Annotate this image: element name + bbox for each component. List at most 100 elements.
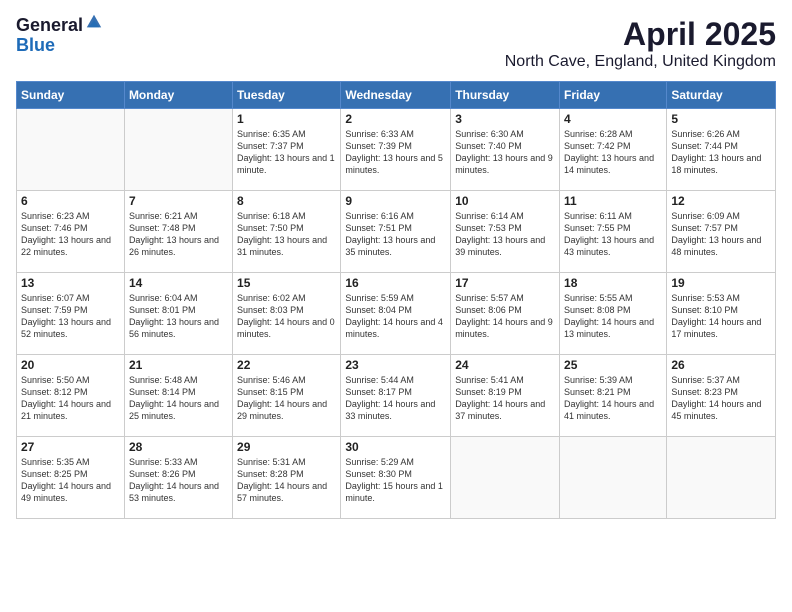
calendar-cell: 20Sunrise: 5:50 AM Sunset: 8:12 PM Dayli… — [17, 355, 125, 437]
day-number: 24 — [455, 358, 555, 372]
day-info: Sunrise: 6:11 AM Sunset: 7:55 PM Dayligh… — [564, 210, 662, 259]
calendar-cell: 11 Sunrise: 6:11 AM Sunset: 7:55 PM Dayli… — [560, 191, 667, 273]
calendar-cell: 12Sunrise: 6:09 AM Sunset: 7:57 PM Dayli… — [667, 191, 776, 273]
header: General Blue April 2025 North Cave, Engl… — [16, 16, 776, 71]
day-number: 7 — [129, 194, 228, 208]
day-number: 9 — [345, 194, 446, 208]
day-number: 10 — [455, 194, 555, 208]
day-number: 22 — [237, 358, 336, 372]
day-number: 26 — [671, 358, 771, 372]
calendar-cell: 30 Sunrise: 5:29 AM Sunset: 8:30 PM Dayli… — [341, 437, 451, 519]
calendar-cell: 18 Sunrise: 5:55 AM Sunset: 8:08 PM Dayli… — [560, 273, 667, 355]
day-info: Sunrise: 5:37 AM Sunset: 8:23 PM Dayligh… — [671, 374, 771, 423]
calendar-cell — [17, 109, 125, 191]
week-row-3: 13 Sunrise: 6:07 AM Sunset: 7:59 PM Dayli… — [17, 273, 776, 355]
day-info: Sunrise: 5:48 AM Sunset: 8:14 PM Dayligh… — [129, 374, 228, 423]
day-info: Sunrise: 5:53 AM Sunset: 8:10 PM Dayligh… — [671, 292, 771, 341]
calendar-cell: 13 Sunrise: 6:07 AM Sunset: 7:59 PM Dayli… — [17, 273, 125, 355]
calendar-cell: 8 Sunrise: 6:18 AM Sunset: 7:50 PM Daylig… — [233, 191, 341, 273]
day-info: Sunrise: 5:57 AM Sunset: 8:06 PM Dayligh… — [455, 292, 555, 341]
day-number: 28 — [129, 440, 228, 454]
column-header-monday: Monday — [124, 82, 232, 109]
calendar-table: SundayMondayTuesdayWednesdayThursdayFrid… — [16, 81, 776, 519]
calendar-cell: 23 Sunrise: 5:44 AM Sunset: 8:17 PM Dayli… — [341, 355, 451, 437]
logo-icon — [85, 13, 103, 31]
day-info: Sunrise: 5:31 AM Sunset: 8:28 PM Dayligh… — [237, 456, 336, 505]
day-info: Sunrise: 5:41 AM Sunset: 8:19 PM Dayligh… — [455, 374, 555, 423]
day-number: 25 — [564, 358, 662, 372]
page: General Blue April 2025 North Cave, Engl… — [0, 0, 792, 612]
calendar-cell: 17 Sunrise: 5:57 AM Sunset: 8:06 PM Dayli… — [451, 273, 560, 355]
calendar-cell: 10 Sunrise: 6:14 AM Sunset: 7:53 PM Dayli… — [451, 191, 560, 273]
day-number: 3 — [455, 112, 555, 126]
day-number: 13 — [21, 276, 120, 290]
column-header-wednesday: Wednesday — [341, 82, 451, 109]
calendar-cell — [560, 437, 667, 519]
logo: General Blue — [16, 16, 103, 56]
day-info: Sunrise: 6:04 AM Sunset: 8:01 PM Dayligh… — [129, 292, 228, 341]
calendar-title: April 2025 — [505, 16, 776, 53]
calendar-cell: 28Sunrise: 5:33 AM Sunset: 8:26 PM Dayli… — [124, 437, 232, 519]
calendar-cell: 2Sunrise: 6:33 AM Sunset: 7:39 PM Daylig… — [341, 109, 451, 191]
day-number: 19 — [671, 276, 771, 290]
day-number: 4 — [564, 112, 662, 126]
day-number: 21 — [129, 358, 228, 372]
day-info: Sunrise: 6:14 AM Sunset: 7:53 PM Dayligh… — [455, 210, 555, 259]
column-header-saturday: Saturday — [667, 82, 776, 109]
day-number: 30 — [345, 440, 446, 454]
day-number: 11 — [564, 194, 662, 208]
day-info: Sunrise: 5:29 AM Sunset: 8:30 PM Dayligh… — [345, 456, 446, 505]
day-number: 27 — [21, 440, 120, 454]
day-number: 2 — [345, 112, 446, 126]
calendar-cell: 15 Sunrise: 6:02 AM Sunset: 8:03 PM Dayli… — [233, 273, 341, 355]
day-info: Sunrise: 6:18 AM Sunset: 7:50 PM Dayligh… — [237, 210, 336, 259]
calendar-cell: 19 Sunrise: 5:53 AM Sunset: 8:10 PM Dayli… — [667, 273, 776, 355]
title-block: April 2025 North Cave, England, United K… — [505, 16, 776, 71]
day-info: Sunrise: 5:55 AM Sunset: 8:08 PM Dayligh… — [564, 292, 662, 341]
day-number: 18 — [564, 276, 662, 290]
calendar-cell — [667, 437, 776, 519]
day-info: Sunrise: 5:44 AM Sunset: 8:17 PM Dayligh… — [345, 374, 446, 423]
day-info: Sunrise: 6:21 AM Sunset: 7:48 PM Dayligh… — [129, 210, 228, 259]
calendar-cell: 1Sunrise: 6:35 AM Sunset: 7:37 PM Daylig… — [233, 109, 341, 191]
day-info: Sunrise: 5:50 AM Sunset: 8:12 PM Dayligh… — [21, 374, 120, 423]
calendar-cell: 4Sunrise: 6:28 AM Sunset: 7:42 PM Daylig… — [560, 109, 667, 191]
calendar-cell: 3Sunrise: 6:30 AM Sunset: 7:40 PM Daylig… — [451, 109, 560, 191]
day-number: 6 — [21, 194, 120, 208]
calendar-cell: 25Sunrise: 5:39 AM Sunset: 8:21 PM Dayli… — [560, 355, 667, 437]
day-number: 29 — [237, 440, 336, 454]
day-number: 8 — [237, 194, 336, 208]
day-info: Sunrise: 5:35 AM Sunset: 8:25 PM Dayligh… — [21, 456, 120, 505]
calendar-header-row: SundayMondayTuesdayWednesdayThursdayFrid… — [17, 82, 776, 109]
day-number: 14 — [129, 276, 228, 290]
day-number: 16 — [345, 276, 446, 290]
day-info: Sunrise: 5:46 AM Sunset: 8:15 PM Dayligh… — [237, 374, 336, 423]
calendar-cell: 27 Sunrise: 5:35 AM Sunset: 8:25 PM Dayli… — [17, 437, 125, 519]
day-info: Sunrise: 6:26 AM Sunset: 7:44 PM Dayligh… — [671, 128, 771, 177]
day-info: Sunrise: 6:09 AM Sunset: 7:57 PM Dayligh… — [671, 210, 771, 259]
column-header-friday: Friday — [560, 82, 667, 109]
calendar-cell: 7 Sunrise: 6:21 AM Sunset: 7:48 PM Daylig… — [124, 191, 232, 273]
calendar-cell: 22 Sunrise: 5:46 AM Sunset: 8:15 PM Dayli… — [233, 355, 341, 437]
column-header-thursday: Thursday — [451, 82, 560, 109]
calendar-cell — [124, 109, 232, 191]
day-info: Sunrise: 6:02 AM Sunset: 8:03 PM Dayligh… — [237, 292, 336, 341]
calendar-cell: 26 Sunrise: 5:37 AM Sunset: 8:23 PM Dayli… — [667, 355, 776, 437]
day-number: 23 — [345, 358, 446, 372]
day-number: 15 — [237, 276, 336, 290]
calendar-cell: 16Sunrise: 5:59 AM Sunset: 8:04 PM Dayli… — [341, 273, 451, 355]
week-row-2: 6Sunrise: 6:23 AM Sunset: 7:46 PM Daylig… — [17, 191, 776, 273]
calendar-cell: 5Sunrise: 6:26 AM Sunset: 7:44 PM Daylig… — [667, 109, 776, 191]
calendar-cell: 24 Sunrise: 5:41 AM Sunset: 8:19 PM Dayli… — [451, 355, 560, 437]
logo-text: General Blue — [16, 16, 103, 56]
week-row-1: 1Sunrise: 6:35 AM Sunset: 7:37 PM Daylig… — [17, 109, 776, 191]
logo-blue: Blue — [16, 36, 103, 56]
calendar-cell: 6Sunrise: 6:23 AM Sunset: 7:46 PM Daylig… — [17, 191, 125, 273]
day-number: 1 — [237, 112, 336, 126]
calendar-cell: 29 Sunrise: 5:31 AM Sunset: 8:28 PM Dayli… — [233, 437, 341, 519]
logo-general: General — [16, 16, 83, 36]
calendar-subtitle: North Cave, England, United Kingdom — [505, 53, 776, 71]
day-number: 17 — [455, 276, 555, 290]
calendar-cell: 9Sunrise: 6:16 AM Sunset: 7:51 PM Daylig… — [341, 191, 451, 273]
day-info: Sunrise: 6:07 AM Sunset: 7:59 PM Dayligh… — [21, 292, 120, 341]
